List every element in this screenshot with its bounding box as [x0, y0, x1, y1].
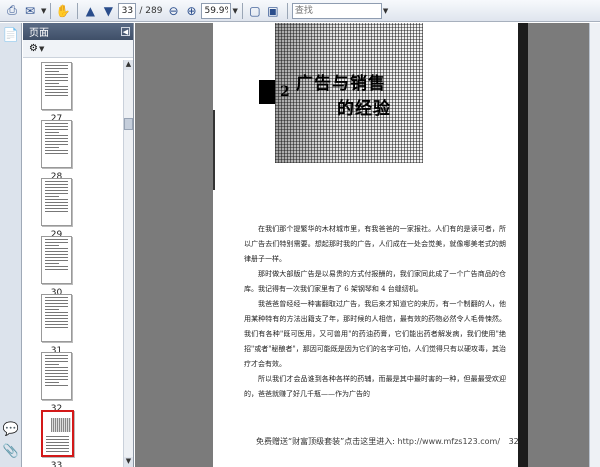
toolbar-divider: [77, 2, 79, 19]
paragraph: 那时做大部版广告是以易贵的方式付报酬的，我们家同此成了一个广告商品的仓库。我记得…: [244, 270, 506, 293]
page-body-text: 在我们那个提繁华的木材城市里，有我爸爸的一家报社。人们有的是读可者，所以广告去们…: [244, 222, 506, 402]
page-thumbnail[interactable]: 29: [41, 178, 74, 240]
page-thumbnail[interactable]: 28: [41, 120, 74, 182]
options-gear-icon[interactable]: ⚙: [29, 43, 38, 54]
zoom-input[interactable]: [201, 2, 232, 19]
attachment-icon[interactable]: 📎: [3, 443, 19, 459]
pages-panel: 页面 ◀ ⚙ ▼ 27 28 29 30 31 32 33 ▲ ▼: [23, 23, 134, 467]
page-thumbnail[interactable]: 31: [41, 294, 74, 356]
panel-header: 页面 ◀: [23, 23, 133, 40]
panel-title: 页面: [29, 28, 49, 39]
fit-width-icon[interactable]: ▣: [265, 2, 281, 20]
page-edge-shadow: [518, 23, 528, 467]
pages-icon[interactable]: 📄: [3, 27, 19, 43]
fit-page-icon[interactable]: ▢: [247, 2, 263, 20]
page-thumbnail-image: [41, 178, 72, 226]
thumbnail-scrollbar[interactable]: ▲ ▼: [123, 60, 133, 467]
page-thumbnail-selected[interactable]: 33: [41, 410, 74, 467]
page-thumbnail[interactable]: 27: [41, 62, 74, 124]
toolbar-divider: [50, 2, 52, 19]
chapter-number: 2: [280, 84, 290, 100]
comments-icon[interactable]: 💬: [3, 421, 19, 437]
page-footer: 免费赠送“财富顶级套装”点击这里进入: http://www.mfzs123.c…: [256, 436, 519, 447]
print-icon[interactable]: ⎙: [4, 2, 20, 20]
email-icon[interactable]: ✉: [22, 2, 38, 20]
zoom-out-button[interactable]: ⊖: [165, 2, 181, 20]
page-number-input[interactable]: [118, 2, 137, 19]
panel-options[interactable]: ⚙ ▼: [23, 40, 133, 58]
page-thumbnail-image: [41, 352, 72, 400]
chapter-marker: [259, 80, 275, 104]
scroll-up-icon[interactable]: ▲: [124, 60, 133, 70]
chapter-title-line1: 广告与销售: [296, 74, 386, 94]
paragraph: 在我们那个提繁华的木材城市里，有我爸爸的一家报社。人们有的是读可者，所以广告去们…: [244, 225, 506, 263]
navigation-pane-icons: 📄 💬 📎: [0, 23, 22, 467]
page-thumbnail-image: [41, 294, 72, 342]
next-page-button[interactable]: ▼: [100, 2, 116, 20]
paragraph: 所以我们才会品谁到各种各样的药辅，而最是其中最时害的一种，但最最受欢迎的，爸爸就…: [244, 375, 506, 398]
page-thumbnail[interactable]: 32: [41, 352, 74, 414]
chevron-down-icon[interactable]: ▼: [41, 7, 46, 15]
hand-tool-icon[interactable]: ✋: [55, 2, 71, 20]
previous-page-button[interactable]: ▲: [82, 2, 98, 20]
page-thumbnail[interactable]: 30: [41, 236, 74, 298]
footer-link[interactable]: http://www.mfzs123.com/: [398, 437, 501, 446]
search-input[interactable]: [291, 2, 382, 19]
page-thumbnail-image: [41, 410, 74, 457]
page-spine-mark: [213, 110, 215, 190]
chapter-title-line2: 的经验: [337, 99, 391, 119]
page-thumbnail-image: [41, 62, 72, 110]
close-panel-icon[interactable]: ◀: [121, 27, 130, 36]
toolbar-divider: [241, 2, 243, 19]
page-thumbnail-image: [41, 236, 72, 284]
zoom-dropdown-icon[interactable]: ▼: [232, 7, 237, 15]
search-dropdown-icon[interactable]: ▼: [383, 7, 388, 15]
page-total: / 289: [139, 5, 163, 16]
toolbar-divider: [286, 2, 288, 19]
document-scrollbar[interactable]: [589, 23, 600, 467]
page-number: 32: [508, 437, 519, 446]
thumbnail-list: 27 28 29 30 31 32 33: [23, 60, 123, 467]
toolbar: ⎙ ✉ ▼ ✋ ▲ ▼ / 289 ⊖ ⊕ ▼ ▢ ▣ ▼: [0, 0, 600, 22]
scrollbar-thumb[interactable]: [124, 118, 133, 130]
zoom-in-button[interactable]: ⊕: [183, 2, 199, 20]
footer-text: 免费赠送“财富顶级套装”点击这里进入:: [256, 437, 395, 446]
page-thumbnail-image: [41, 120, 72, 168]
page-thumbnail-label: 33: [50, 461, 63, 467]
chevron-down-icon[interactable]: ▼: [39, 45, 44, 53]
scroll-down-icon[interactable]: ▼: [124, 457, 133, 467]
paragraph: 我爸爸曾经经一种害翻取过广告，我后来才知道它的来历，有一个制翻的人，他用某种特有…: [244, 300, 506, 368]
